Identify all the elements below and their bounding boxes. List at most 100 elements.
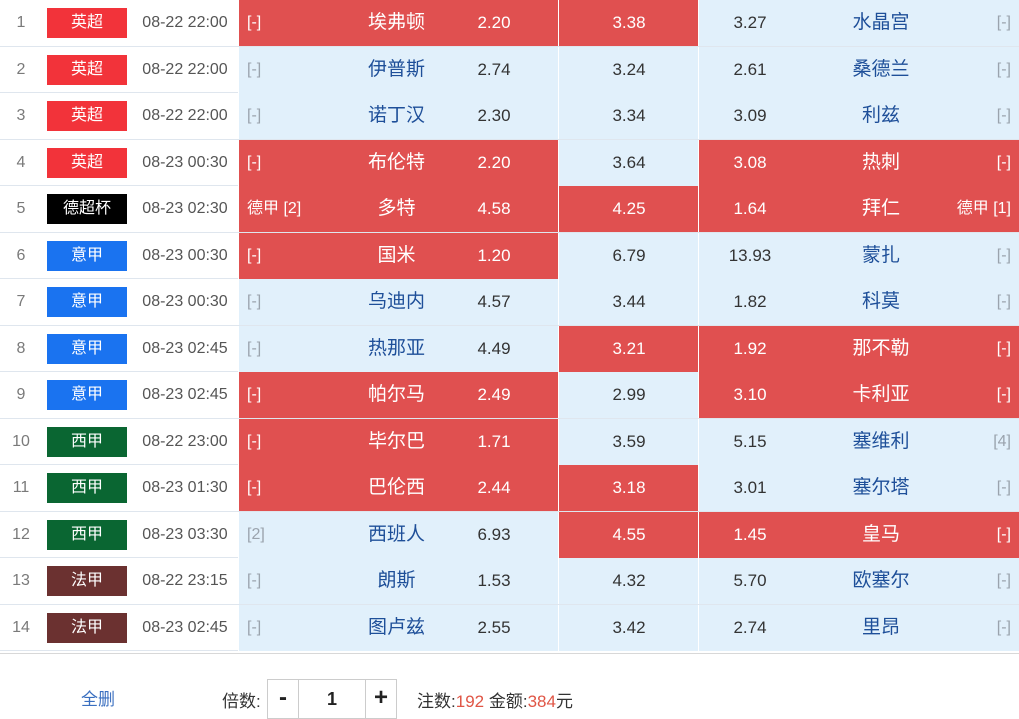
home-rank: [-]	[247, 107, 262, 124]
match-time: 08-23 02:30	[142, 200, 228, 217]
away-win-option[interactable]: 1.45 皇马 [-]	[698, 511, 1019, 558]
home-win-option[interactable]: [-] 帕尔马 2.49	[238, 372, 558, 418]
away-win-option[interactable]: 13.93 蒙扎 [-]	[698, 232, 1019, 279]
draw-option[interactable]: 2.99	[558, 372, 698, 418]
match-row: 14 法甲 08-23 02:45 [-] 图卢兹 2.55 3.42 2.74…	[0, 604, 1019, 651]
increment-button[interactable]: +	[365, 680, 396, 718]
home-win-odds: 1.53	[477, 571, 511, 590]
match-time: 08-23 01:30	[142, 479, 228, 496]
match-number: 12	[12, 525, 30, 543]
away-win-option[interactable]: 5.15 塞维利 [4]	[698, 418, 1019, 465]
home-win-option[interactable]: [-] 布伦特 2.20	[238, 139, 558, 186]
home-win-option[interactable]: [2] 西班人 6.93	[238, 511, 558, 558]
match-row: 3 英超 08-22 22:00 [-] 诺丁汉 2.30 3.34 3.09 …	[0, 93, 1019, 140]
away-team: 热刺	[861, 151, 900, 173]
away-rank: [-]	[996, 60, 1011, 78]
draw-option[interactable]: 3.59	[558, 418, 698, 465]
away-team: 塞维利	[852, 430, 910, 452]
away-rank: [-]	[996, 386, 1011, 403]
draw-option[interactable]: 3.44	[558, 279, 698, 325]
away-win-odds: 13.93	[728, 245, 772, 265]
clear-all-button[interactable]: 全删	[64, 688, 132, 712]
match-number: 8	[16, 339, 26, 357]
away-win-odds: 1.45	[733, 524, 767, 544]
away-win-option[interactable]: 1.64 拜仁 德甲 [1]	[698, 186, 1019, 232]
away-win-odds: 3.01	[733, 478, 767, 497]
home-win-option[interactable]: [-] 热那亚 4.49	[238, 325, 558, 372]
home-win-option[interactable]: [-] 埃弗顿 2.20	[238, 0, 558, 46]
match-row: 1 英超 08-22 22:00 [-] 埃弗顿 2.20 3.38 3.27 …	[0, 0, 1019, 47]
home-win-option[interactable]: [-] 朗斯 1.53	[238, 558, 558, 604]
away-win-option[interactable]: 1.82 科莫 [-]	[698, 279, 1019, 325]
away-win-odds: 5.70	[733, 571, 767, 590]
away-win-option[interactable]: 2.74 里昂 [-]	[698, 604, 1019, 651]
home-win-option[interactable]: [-] 诺丁汉 2.30	[238, 93, 558, 139]
home-win-option[interactable]: [-] 巴伦西 2.44	[238, 465, 558, 511]
match-time: 08-23 02:45	[142, 618, 228, 636]
away-rank: [-]	[996, 14, 1011, 31]
match-time: 08-22 22:00	[142, 60, 228, 78]
draw-option[interactable]: 6.79	[558, 232, 698, 279]
away-team: 桑德兰	[852, 58, 910, 80]
draw-option[interactable]: 3.42	[558, 604, 698, 651]
away-rank: [-]	[996, 153, 1011, 171]
draw-odds: 3.64	[612, 152, 646, 172]
home-win-option[interactable]: [-] 毕尔巴 1.71	[238, 418, 558, 465]
away-rank: [-]	[996, 525, 1011, 543]
match-time: 08-22 22:00	[142, 107, 228, 124]
league-badge: 英超	[47, 147, 127, 178]
bets-count: 192	[455, 692, 485, 711]
match-number: 2	[16, 60, 26, 78]
draw-odds: 4.25	[612, 199, 646, 218]
match-number: 7	[16, 293, 26, 310]
away-win-option[interactable]: 3.10 卡利亚 [-]	[698, 372, 1019, 418]
match-number: 1	[16, 14, 26, 31]
away-win-odds: 1.82	[733, 292, 767, 311]
home-win-option[interactable]: [-] 伊普斯 2.74	[238, 46, 558, 93]
draw-option[interactable]: 4.25	[558, 186, 698, 232]
league-badge: 西甲	[47, 473, 127, 503]
home-win-option[interactable]: [-] 国米 1.20	[238, 232, 558, 279]
away-win-option[interactable]: 5.70 欧塞尔 [-]	[698, 558, 1019, 604]
home-team: 布伦特	[367, 151, 425, 173]
match-row: 5 德超杯 08-23 02:30 德甲 [2] 多特 4.58 4.25 1.…	[0, 186, 1019, 233]
bet-footer: 全删 倍数: - + 注数:192 金额:384元	[0, 653, 1019, 719]
draw-option[interactable]: 4.55	[558, 511, 698, 558]
draw-option[interactable]: 3.18	[558, 465, 698, 511]
league-badge: 法甲	[47, 566, 127, 596]
draw-option[interactable]: 3.34	[558, 93, 698, 139]
away-win-option[interactable]: 2.61 桑德兰 [-]	[698, 46, 1019, 93]
draw-option[interactable]: 3.38	[558, 0, 698, 46]
draw-option[interactable]: 4.32	[558, 558, 698, 604]
draw-odds: 3.38	[612, 13, 646, 32]
home-win-option[interactable]: [-] 图卢兹 2.55	[238, 604, 558, 651]
home-win-odds: 2.20	[477, 13, 511, 32]
away-rank: [-]	[996, 618, 1011, 636]
home-win-option[interactable]: [-] 乌迪内 4.57	[238, 279, 558, 325]
league-badge: 德超杯	[47, 194, 127, 224]
match-time: 08-22 22:00	[142, 14, 228, 31]
home-team: 伊普斯	[367, 58, 425, 80]
draw-option[interactable]: 3.24	[558, 46, 698, 93]
away-win-odds: 3.27	[733, 13, 767, 32]
away-win-option[interactable]: 3.08 热刺 [-]	[698, 139, 1019, 186]
draw-odds: 3.44	[612, 292, 646, 311]
decrement-button[interactable]: -	[268, 680, 299, 718]
match-row: 13 法甲 08-22 23:15 [-] 朗斯 1.53 4.32 5.70 …	[0, 558, 1019, 605]
away-win-option[interactable]: 1.92 那不勒 [-]	[698, 325, 1019, 372]
draw-option[interactable]: 3.64	[558, 139, 698, 186]
draw-odds: 3.21	[612, 338, 646, 358]
home-win-odds: 2.74	[477, 59, 511, 79]
draw-option[interactable]: 3.21	[558, 325, 698, 372]
away-win-odds: 1.64	[733, 199, 767, 218]
home-rank: [-]	[247, 618, 262, 636]
draw-odds: 4.55	[612, 524, 646, 544]
match-time: 08-22 23:15	[142, 572, 228, 589]
multiplier-input[interactable]	[299, 680, 365, 718]
home-team: 热那亚	[367, 337, 425, 359]
away-win-option[interactable]: 3.09 利兹 [-]	[698, 93, 1019, 139]
away-rank: [-]	[996, 246, 1011, 264]
home-win-option[interactable]: 德甲 [2] 多特 4.58	[238, 186, 558, 232]
away-win-option[interactable]: 3.01 塞尔塔 [-]	[698, 465, 1019, 511]
away-win-option[interactable]: 3.27 水晶宫 [-]	[698, 0, 1019, 46]
